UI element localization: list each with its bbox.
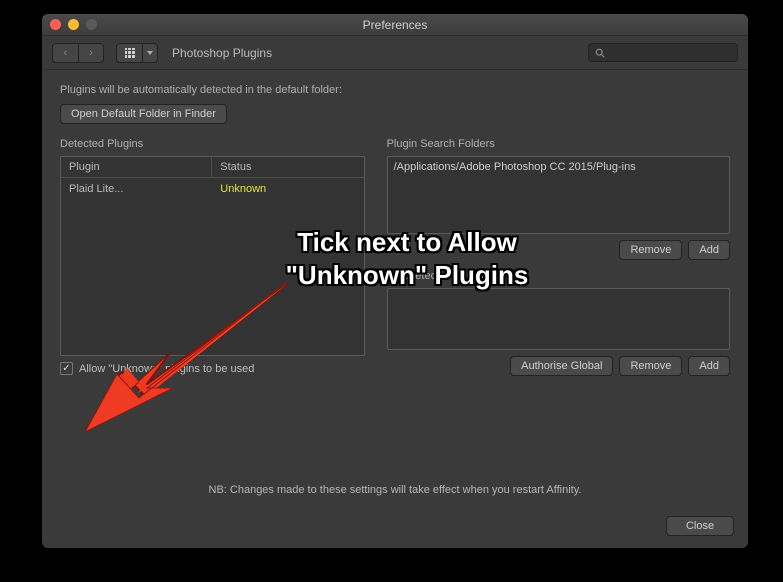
view-group [116,43,158,63]
search-icon [595,48,605,58]
autodetect-label: Autodetected plugin … [387,270,730,282]
toolbar: ‹ › Photoshop Plugins [42,36,748,70]
close-window-icon[interactable] [50,19,61,30]
search-folders-label: Plugin Search Folders [387,138,730,150]
minimize-window-icon[interactable] [68,19,79,30]
remove-folder-button[interactable]: Remove [619,240,682,260]
list-item[interactable]: /Applications/Adobe Photoshop CC 2015/Pl… [394,161,723,173]
zoom-window-icon[interactable] [86,19,97,30]
allow-unknown-label: Allow "Unknown" plugins to be used [79,363,254,375]
add-folder-button[interactable]: Add [688,240,730,260]
allow-unknown-checkbox[interactable] [60,362,73,375]
close-button[interactable]: Close [666,516,734,536]
col-status[interactable]: Status [212,157,363,177]
preferences-window: Preferences ‹ › Photoshop Plugins [42,14,748,548]
cell-status: Unknown [212,178,363,200]
authorise-global-button[interactable]: Authorise Global [510,356,613,376]
chevron-down-icon [147,51,153,55]
back-button[interactable]: ‹ [52,43,78,63]
window-controls [50,19,97,30]
chevron-left-icon: ‹ [64,47,68,59]
search-input[interactable] [588,43,738,62]
add-autodetect-button[interactable]: Add [688,356,730,376]
cell-plugin: Plaid Lite... [61,178,212,200]
content: Plugins will be automatically detected i… [42,70,748,506]
window-title: Preferences [363,18,428,32]
view-dropdown-button[interactable] [142,43,158,63]
table-row[interactable]: Plaid Lite... Unknown [61,178,364,200]
search-folders-list[interactable]: /Applications/Adobe Photoshop CC 2015/Pl… [387,156,730,234]
nav-group: ‹ › [52,43,104,63]
col-plugin[interactable]: Plugin [61,157,212,177]
restart-note: NB: Changes made to these settings will … [60,484,730,496]
detected-plugins-label: Detected Plugins [60,138,365,150]
grid-icon [125,48,135,58]
autodetect-list[interactable] [387,288,730,350]
chevron-right-icon: › [89,47,93,59]
auto-detect-hint: Plugins will be automatically detected i… [60,84,730,96]
grid-view-button[interactable] [116,43,142,63]
open-default-folder-button[interactable]: Open Default Folder in Finder [60,104,227,124]
footer: Close [42,506,748,548]
forward-button[interactable]: › [78,43,104,63]
breadcrumb: Photoshop Plugins [172,46,272,60]
remove-autodetect-button[interactable]: Remove [619,356,682,376]
detected-plugins-table: Plugin Status Plaid Lite... Unknown [60,156,365,356]
titlebar: Preferences [42,14,748,36]
table-header-row: Plugin Status [61,157,364,178]
